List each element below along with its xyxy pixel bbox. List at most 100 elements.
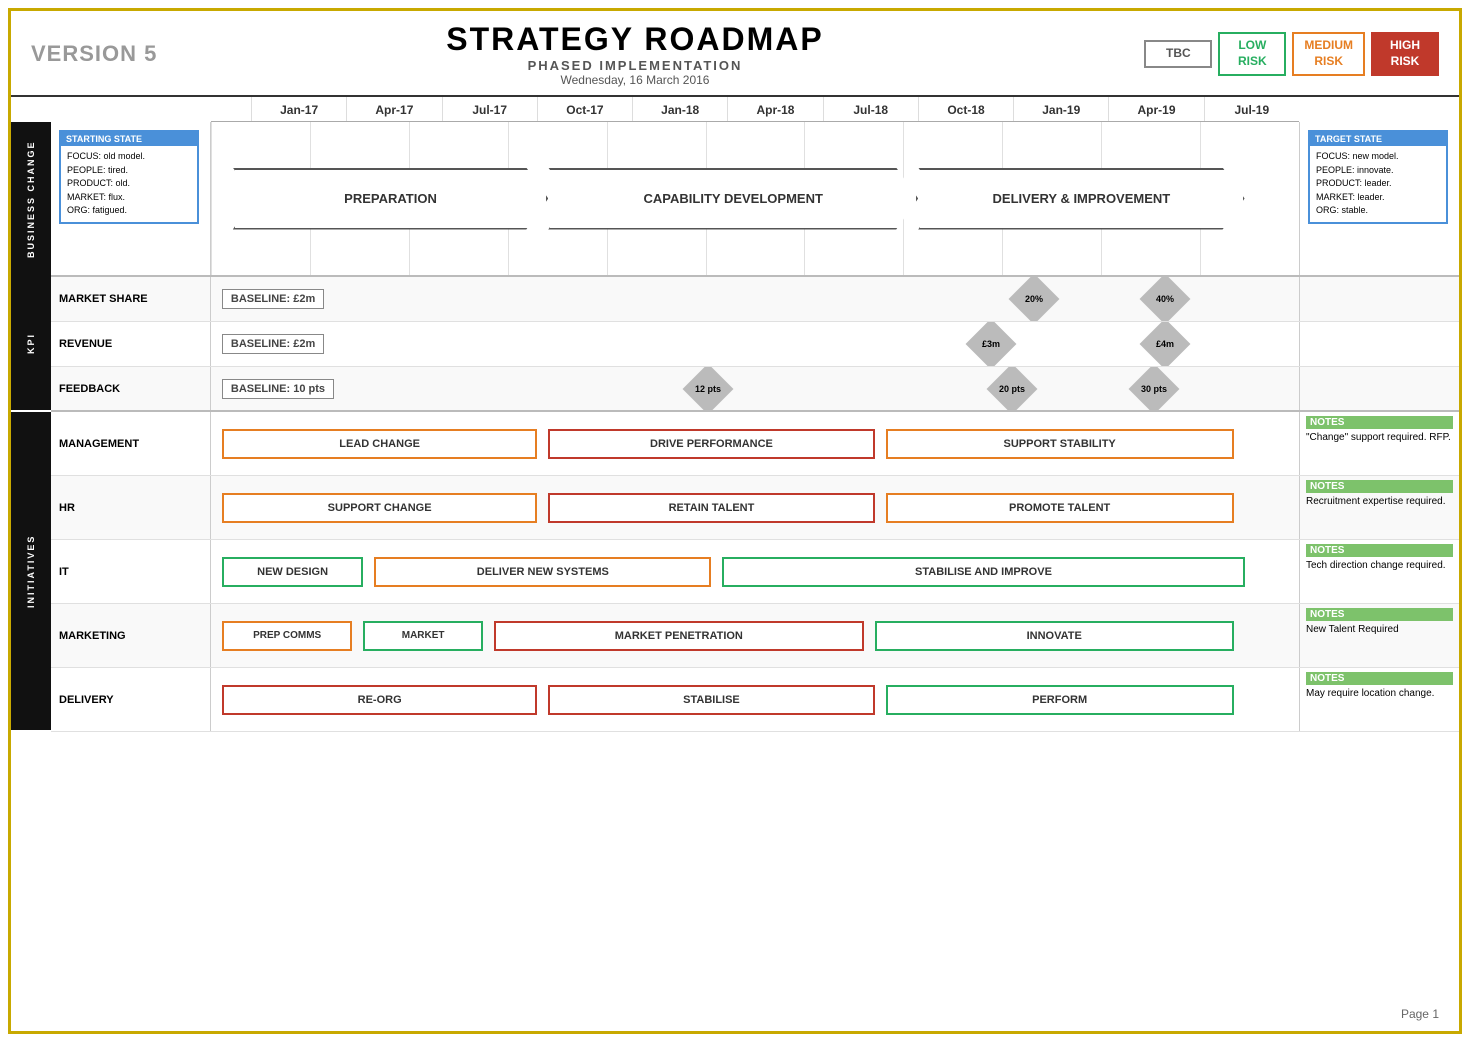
- it-bar-deliver: DELIVER NEW SYSTEMS: [374, 557, 711, 587]
- kpi-revenue-row: REVENUE BASELINE: £2m £3m £4m: [51, 322, 1459, 367]
- hr-notes: NOTES Recruitment expertise required.: [1299, 476, 1459, 539]
- timeline-columns: Jan-17 Apr-17 Jul-17 Oct-17 Jan-18 Apr-1…: [251, 97, 1299, 121]
- starting-state-title: STARTING STATE: [61, 132, 197, 146]
- delivery-bar-reorg: RE-ORG: [222, 685, 538, 715]
- marketing-grid: PREP COMMS MARKET MARKET PENETRATION INN…: [211, 604, 1299, 667]
- management-bar-drive: DRIVE PERFORMANCE: [548, 429, 874, 459]
- tl-jul18: Jul-18: [823, 97, 918, 121]
- risk-high: HIGH RISK: [1371, 32, 1439, 75]
- marketing-notes-label: NOTES: [1306, 608, 1453, 621]
- delivery-grid: RE-ORG STABILISE PERFORM: [211, 668, 1299, 731]
- marketing-bar-prep: PREP COMMS: [222, 621, 353, 651]
- header-center: STRATEGY ROADMAP PHASED IMPLEMENTATION W…: [191, 21, 1079, 87]
- delivery-bar-perform: PERFORM: [886, 685, 1234, 715]
- delivery-label: DELIVERY: [51, 668, 211, 731]
- tl-jan19: Jan-19: [1013, 97, 1108, 121]
- hr-row: HR SUPPORT CHANGE RETAIN TALENT PROMOTE …: [51, 476, 1459, 540]
- business-change-row: STARTING STATE FOCUS: old model. PEOPLE:…: [51, 122, 1459, 277]
- hr-bar-support: SUPPORT CHANGE: [222, 493, 538, 523]
- tl-apr17: Apr-17: [346, 97, 441, 121]
- marketing-label: MARKETING: [51, 604, 211, 667]
- marketing-notes-text: New Talent Required: [1306, 624, 1453, 635]
- risk-medium: MEDIUM RISK: [1292, 32, 1365, 75]
- it-notes-label: NOTES: [1306, 544, 1453, 557]
- market-share-grid: BASELINE: £2m 20% 40%: [211, 277, 1299, 321]
- market-share-diamond-2: 40%: [1139, 277, 1190, 321]
- management-bar-support: SUPPORT STABILITY: [886, 429, 1234, 459]
- marketing-bar-market: MARKET: [363, 621, 483, 651]
- revenue-diamond-1: £3m: [965, 322, 1016, 366]
- market-share-label: MARKET SHARE: [51, 277, 211, 321]
- version-label: VERSION 5: [31, 41, 191, 67]
- it-bar-stabilise: STABILISE AND IMPROVE: [722, 557, 1244, 587]
- tl-apr18: Apr-18: [727, 97, 822, 121]
- feedback-baseline: BASELINE: 10 pts: [222, 379, 334, 399]
- business-change-notes: TARGET STATE FOCUS: new model. PEOPLE: i…: [1299, 122, 1459, 275]
- tl-apr19: Apr-19: [1108, 97, 1203, 121]
- management-notes: NOTES "Change" support required. RFP.: [1299, 412, 1459, 475]
- delivery-notes: NOTES May require location change.: [1299, 668, 1459, 731]
- risk-legend: TBC LOW RISK MEDIUM RISK HIGH RISK: [1079, 32, 1439, 75]
- hr-notes-label: NOTES: [1306, 480, 1453, 493]
- capability-label: CAPABILITY DEVELOPMENT: [548, 168, 918, 230]
- risk-low: LOW RISK: [1218, 32, 1286, 75]
- it-bar-new-design: NEW DESIGN: [222, 557, 363, 587]
- preparation-label: PREPARATION: [233, 168, 549, 230]
- main-title: STRATEGY ROADMAP: [191, 21, 1079, 58]
- revenue-label: REVENUE: [51, 322, 211, 366]
- hr-bar-promote: PROMOTE TALENT: [886, 493, 1234, 523]
- page-number: Page 1: [1401, 1007, 1439, 1021]
- starting-state-content: FOCUS: old model. PEOPLE: tired. PRODUCT…: [67, 150, 191, 218]
- management-grid: LEAD CHANGE DRIVE PERFORMANCE SUPPORT ST…: [211, 412, 1299, 475]
- phase-delivery: DELIVERY & IMPROVEMENT: [918, 168, 1244, 230]
- feedback-grid: BASELINE: 10 pts 12 pts 20 pts 30 pts: [211, 367, 1299, 410]
- business-change-label-area: STARTING STATE FOCUS: old model. PEOPLE:…: [51, 122, 211, 275]
- management-notes-label: NOTES: [1306, 416, 1453, 429]
- tl-oct17: Oct-17: [537, 97, 632, 121]
- management-notes-text: "Change" support required. RFP.: [1306, 432, 1453, 443]
- feedback-diamond-1: 12 pts: [682, 367, 733, 410]
- feedback-label: FEEDBACK: [51, 367, 211, 410]
- revenue-baseline: BASELINE: £2m: [222, 334, 324, 354]
- header: VERSION 5 STRATEGY ROADMAP PHASED IMPLEM…: [11, 11, 1459, 97]
- section-kpi: KPI: [11, 277, 51, 412]
- subtitle: PHASED IMPLEMENTATION: [191, 58, 1079, 73]
- revenue-grid: BASELINE: £2m £3m £4m: [211, 322, 1299, 366]
- kpi-feedback-row: FEEDBACK BASELINE: 10 pts 12 pts 20 pts …: [51, 367, 1459, 412]
- target-state-title: TARGET STATE: [1310, 132, 1446, 146]
- tl-jan17: Jan-17: [251, 97, 346, 121]
- hr-bar-retain: RETAIN TALENT: [548, 493, 874, 523]
- business-change-grid: PREPARATION CAPABILITY DEVELOPMENT DELIV…: [211, 122, 1299, 275]
- risk-tbc: TBC: [1144, 40, 1212, 68]
- feedback-diamond-2: 20 pts: [987, 367, 1038, 410]
- feedback-diamond-3: 30 pts: [1128, 367, 1179, 410]
- it-label: IT: [51, 540, 211, 603]
- feedback-notes-empty: [1299, 367, 1459, 410]
- kpi-market-share-row: MARKET SHARE BASELINE: £2m 20% 40%: [51, 277, 1459, 322]
- delivery-notes-label: NOTES: [1306, 672, 1453, 685]
- section-labels: BUSINESS CHANGE KPI INITIATIVES: [11, 122, 51, 732]
- hr-grid: SUPPORT CHANGE RETAIN TALENT PROMOTE TAL…: [211, 476, 1299, 539]
- hr-label: HR: [51, 476, 211, 539]
- tl-jul17: Jul-17: [442, 97, 537, 121]
- delivery-bar-stabilise: STABILISE: [548, 685, 874, 715]
- delivery-notes-text: May require location change.: [1306, 688, 1453, 699]
- revenue-notes-empty: [1299, 322, 1459, 366]
- management-bar-lead: LEAD CHANGE: [222, 429, 538, 459]
- tl-jan18: Jan-18: [632, 97, 727, 121]
- phase-capability: CAPABILITY DEVELOPMENT: [548, 168, 918, 230]
- hr-notes-text: Recruitment expertise required.: [1306, 496, 1453, 507]
- date-label: Wednesday, 16 March 2016: [191, 73, 1079, 87]
- marketing-row: MARKETING PREP COMMS MARKET MARKET PENET…: [51, 604, 1459, 668]
- market-share-baseline: BASELINE: £2m: [222, 289, 324, 309]
- timeline-header: Jan-17 Apr-17 Jul-17 Oct-17 Jan-18 Apr-1…: [211, 97, 1299, 122]
- revenue-diamond-2: £4m: [1139, 322, 1190, 366]
- it-notes-text: Tech direction change required.: [1306, 560, 1453, 571]
- it-row: IT NEW DESIGN DELIVER NEW SYSTEMS STABIL…: [51, 540, 1459, 604]
- it-notes: NOTES Tech direction change required.: [1299, 540, 1459, 603]
- management-label: MANAGEMENT: [51, 412, 211, 475]
- phase-preparation: PREPARATION: [233, 168, 549, 230]
- market-share-diamond-1: 20%: [1009, 277, 1060, 321]
- tl-jul19: Jul-19: [1204, 97, 1299, 121]
- content-area: STARTING STATE FOCUS: old model. PEOPLE:…: [51, 122, 1459, 732]
